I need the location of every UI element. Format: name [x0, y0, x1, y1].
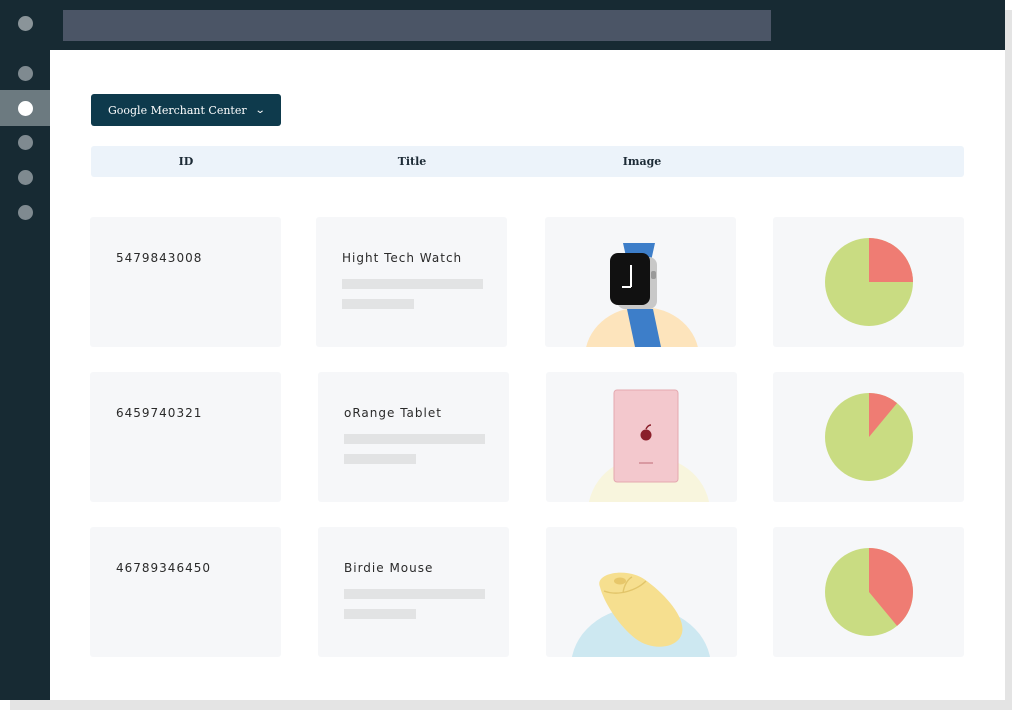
placeholder-line: [344, 454, 416, 464]
row-1-image-cell: [545, 217, 736, 347]
stock-pie-chart: [825, 238, 913, 326]
product-id: 46789346450: [116, 561, 211, 575]
row-2-chart-cell: [773, 372, 964, 502]
address-bar[interactable]: [63, 10, 771, 41]
pie-slice: [869, 238, 913, 282]
sidebar: [0, 0, 50, 700]
column-header-title: Title: [397, 155, 427, 168]
product-title: oRange Tablet: [344, 406, 442, 420]
row-2-image-cell: [546, 372, 737, 502]
column-header-image: Image: [622, 155, 662, 168]
stock-pie-chart: [825, 548, 914, 636]
sidebar-item-2[interactable]: [18, 101, 33, 116]
product-id: 6459740321: [116, 406, 203, 420]
placeholder-line: [342, 299, 414, 309]
stock-pie-chart: [825, 393, 913, 481]
row-3-chart-cell: [773, 527, 964, 657]
table-header: ID Title Image: [91, 146, 964, 177]
product-id: 5479843008: [116, 251, 203, 265]
row-1-chart-cell: [773, 217, 964, 347]
merchant-center-dropdown[interactable]: Google Merchant Center ⌄: [91, 94, 281, 126]
product-title: Hight Tech Watch: [342, 251, 463, 265]
tablet-image: [613, 389, 679, 483]
row-1-id-cell: 5479843008: [90, 217, 281, 347]
smartwatch-image: [610, 243, 661, 347]
main-content: Google Merchant Center ⌄ ID Title Image …: [50, 50, 1005, 700]
product-title: Birdie Mouse: [344, 561, 434, 575]
placeholder-line: [344, 589, 485, 599]
row-2-id-cell: 6459740321: [90, 372, 281, 502]
row-2-title-cell: oRange Tablet: [318, 372, 509, 502]
sidebar-menu-icon[interactable]: [18, 16, 33, 31]
sidebar-item-4[interactable]: [18, 170, 33, 185]
placeholder-line: [344, 609, 416, 619]
sidebar-item-1[interactable]: [18, 66, 33, 81]
row-3-image-cell: [546, 527, 737, 657]
mouse-image: [599, 572, 683, 647]
row-3-id-cell: 46789346450: [90, 527, 281, 657]
app-window: Google Merchant Center ⌄ ID Title Image …: [0, 0, 1005, 700]
dropdown-label: Google Merchant Center: [107, 103, 247, 117]
placeholder-line: [344, 434, 485, 444]
chevron-down-icon: ⌄: [254, 104, 266, 116]
column-header-id: ID: [178, 155, 194, 168]
sidebar-item-5[interactable]: [18, 205, 33, 220]
top-bar: [0, 0, 1005, 50]
row-3-title-cell: Birdie Mouse: [318, 527, 509, 657]
placeholder-line: [342, 279, 483, 289]
row-1-title-cell: Hight Tech Watch: [316, 217, 507, 347]
sidebar-item-3[interactable]: [18, 135, 33, 150]
